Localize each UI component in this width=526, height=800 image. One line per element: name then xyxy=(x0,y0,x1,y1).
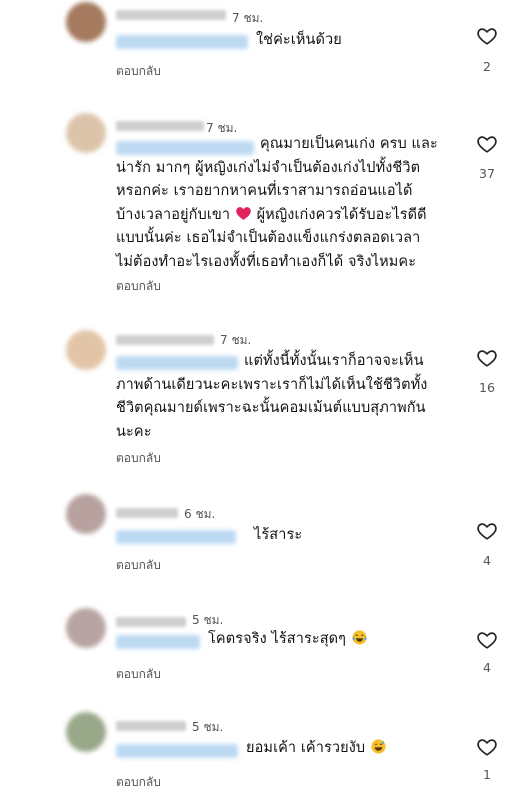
like-count[interactable]: 2 xyxy=(470,59,504,74)
heart-icon[interactable] xyxy=(476,347,498,369)
comment-line: คุณมายเป็นคนเก่ง ครบ และ xyxy=(260,136,438,152)
comment-line: น่ารัก มากๆ ผู้หญิงเก่งไม่จำเป็นต้องเก่ง… xyxy=(116,159,421,176)
grinning-sweat-emoji-icon xyxy=(371,739,386,754)
comment-time: 7 ชม. xyxy=(220,333,252,347)
like-count[interactable]: 4 xyxy=(470,553,504,568)
comment-text-part: บ้างเวลาอยู่กับเขา xyxy=(116,206,231,223)
avatar[interactable] xyxy=(66,330,106,370)
username-blurred[interactable] xyxy=(116,121,204,131)
avatar[interactable] xyxy=(66,494,106,534)
comment-line: แต่ทั้งนี้ทั้งนั้นเราก็อาจจะเห็น xyxy=(244,353,424,369)
mention-blurred[interactable] xyxy=(116,35,248,49)
comment-text-part: ผู้หญิงเก่งควรได้รับอะไรดีดี xyxy=(251,206,427,223)
like-count[interactable]: 4 xyxy=(470,660,504,675)
avatar[interactable] xyxy=(66,113,106,153)
comment-line: ไร้สาระ xyxy=(254,527,303,543)
comment-text: ใช่ค่ะเห็นด้วย xyxy=(256,29,342,53)
comment-time: 7 ชม. xyxy=(232,11,264,25)
comment-text: โคตรจริง ไร้สาระสุดๆ xyxy=(208,628,368,652)
comment-text: ไร้สาระ xyxy=(254,524,302,548)
comment-text-part: ยอมเค้า เค้ารวยงับ xyxy=(246,740,366,756)
comment-line: ไม่ต้องทำอะไรเองทั้งที่เธอทำเองก็ได้ จริ… xyxy=(116,253,417,270)
reply-button[interactable]: ตอบกลับ xyxy=(116,556,161,575)
username-blurred[interactable] xyxy=(116,10,226,20)
comment-line: นะคะ xyxy=(116,423,152,440)
red-heart-emoji-icon xyxy=(236,206,251,220)
avatar[interactable] xyxy=(66,608,106,648)
comment-time: 6 ชม. xyxy=(184,507,216,521)
reply-button[interactable]: ตอบกลับ xyxy=(116,773,161,792)
heart-icon[interactable] xyxy=(476,133,498,155)
username-blurred[interactable] xyxy=(116,617,186,627)
comment-line: ใช่ค่ะเห็นด้วย xyxy=(256,32,342,48)
like-count[interactable]: 16 xyxy=(470,380,504,395)
comment-text: ยอมเค้า เค้ารวยงับ xyxy=(246,737,387,761)
avatar[interactable] xyxy=(66,712,106,752)
like-count[interactable]: 1 xyxy=(470,767,504,782)
reply-button[interactable]: ตอบกลับ xyxy=(116,449,161,468)
comment-line-with-emoji: บ้างเวลาอยู่กับเขา ผู้หญิงเก่งควรได้รับอ… xyxy=(116,204,438,228)
comment-line: ชีวิตคุณมายด์เพราะฉะนั้นคอมเม้นต์แบบสุภา… xyxy=(116,400,426,416)
comment-line-with-emoji: ยอมเค้า เค้ารวยงับ xyxy=(246,737,387,761)
heart-icon[interactable] xyxy=(476,520,498,542)
username-blurred[interactable] xyxy=(116,721,186,731)
comment-line-with-emoji: โคตรจริง ไร้สาระสุดๆ xyxy=(208,628,368,652)
mention-blurred[interactable] xyxy=(116,530,236,544)
mention-blurred[interactable] xyxy=(116,635,200,649)
comment-line: แบบนั้นค่ะ เธอไม่จำเป็นต้องแข็งแกร่งตลอด… xyxy=(116,230,421,246)
comment-line: ภาพด้านเดียวนะคะเพราะเราก็ไม่ได้เห็นใช้ช… xyxy=(116,376,428,393)
heart-icon[interactable] xyxy=(476,25,498,47)
reply-button[interactable]: ตอบกลับ xyxy=(116,62,161,81)
username-blurred[interactable] xyxy=(116,508,178,518)
reply-button[interactable]: ตอบกลับ xyxy=(116,665,161,684)
avatar[interactable] xyxy=(66,2,106,42)
comment-text: แต่ทั้งนี้ทั้งนั้นเราก็อาจจะเห็น ภาพด้าน… xyxy=(116,350,427,444)
like-count[interactable]: 37 xyxy=(470,166,504,181)
tears-of-joy-emoji-icon xyxy=(352,630,367,645)
comment-text: คุณมายเป็นคนเก่ง ครบ และ น่ารัก มากๆ ผู้… xyxy=(116,133,438,274)
username-blurred[interactable] xyxy=(116,335,214,345)
mention-blurred[interactable] xyxy=(116,744,238,758)
comment-line: หรอกค่ะ เราอยากหาคนที่เราสามารถอ่อนแอได้ xyxy=(116,183,413,199)
heart-icon[interactable] xyxy=(476,629,498,651)
heart-icon[interactable] xyxy=(476,736,498,758)
reply-button[interactable]: ตอบกลับ xyxy=(116,277,161,296)
comment-text-part: โคตรจริง ไร้สาระสุดๆ xyxy=(208,631,347,647)
comment-time: 5 ชม. xyxy=(192,720,224,734)
